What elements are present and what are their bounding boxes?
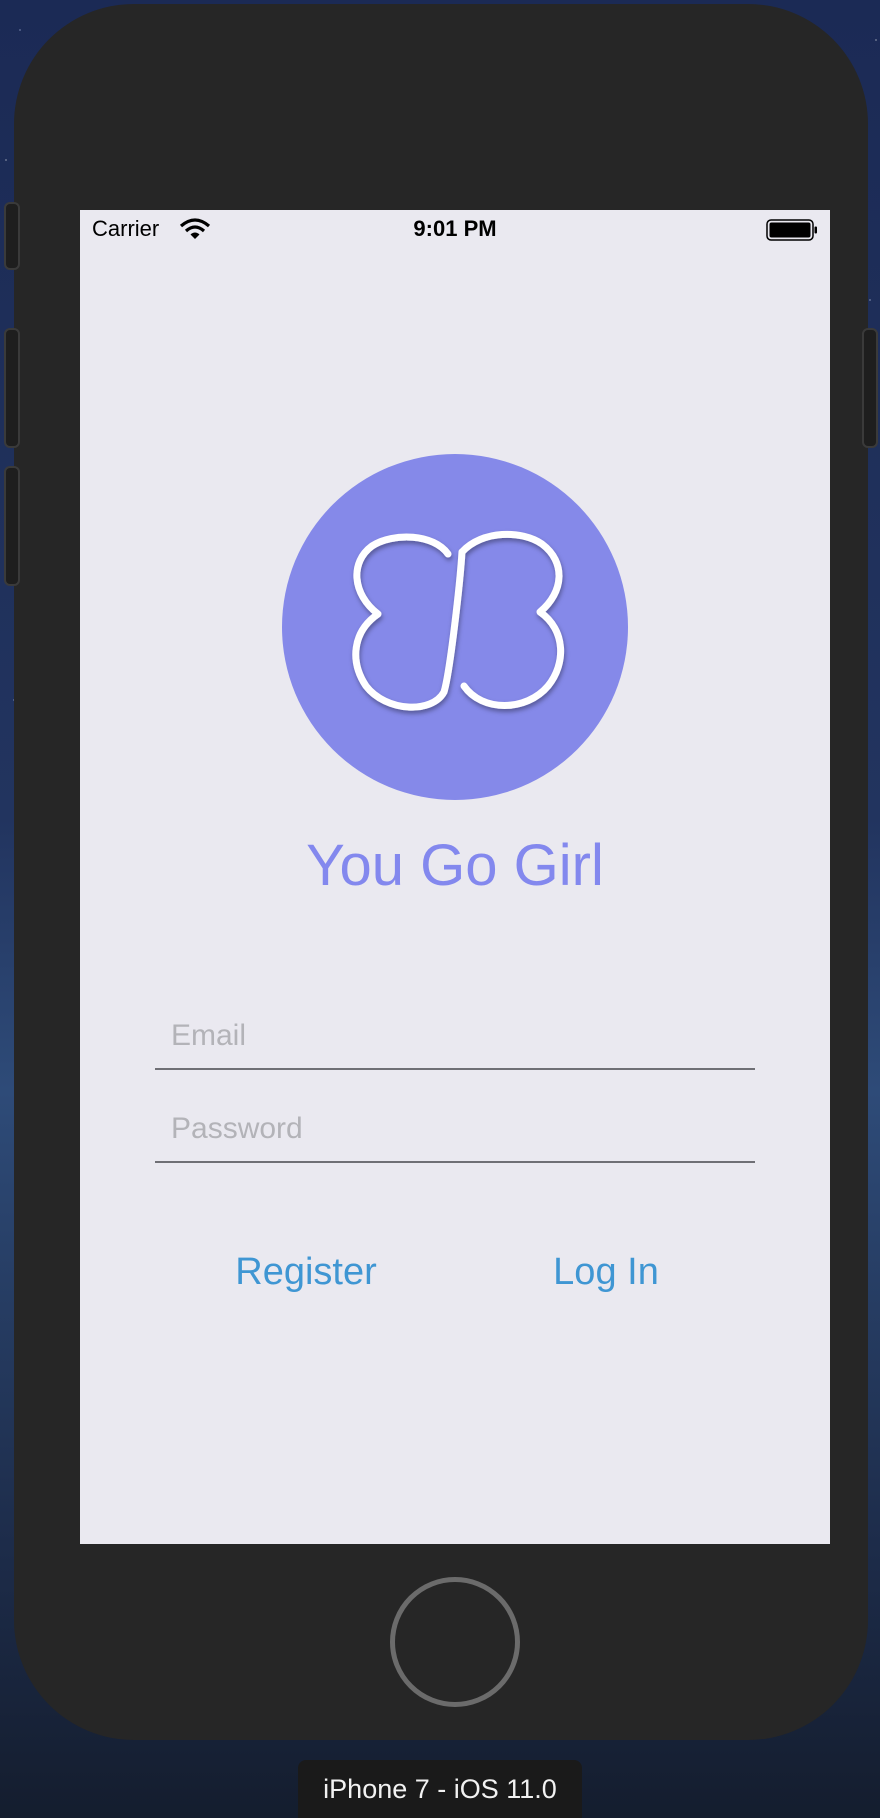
- password-field: [155, 1091, 755, 1163]
- volume-up-button[interactable]: [4, 328, 20, 448]
- login-button[interactable]: Log In: [536, 1244, 676, 1300]
- simulator-device-label: iPhone 7 - iOS 11.0: [298, 1760, 582, 1818]
- butterfly-logo-icon: [282, 454, 628, 800]
- app-title: You Go Girl: [306, 833, 604, 898]
- password-input[interactable]: [171, 1107, 741, 1151]
- power-button[interactable]: [862, 328, 878, 448]
- status-time: 9:01 PM: [413, 216, 497, 241]
- status-bar: Carrier 9:01 PM: [80, 210, 830, 250]
- volume-down-button[interactable]: [4, 466, 20, 586]
- phone-screen: Carrier 9:01 PM You Go Girl Email Regist…: [80, 210, 830, 1544]
- email-field: [155, 998, 755, 1070]
- register-button[interactable]: Register: [216, 1244, 396, 1300]
- home-button[interactable]: [390, 1577, 520, 1707]
- iphone-device-frame: Carrier 9:01 PM You Go Girl Email Regist…: [14, 4, 868, 1740]
- battery-full-icon: [766, 219, 817, 241]
- email-input[interactable]: [171, 1014, 741, 1058]
- mute-switch[interactable]: [4, 202, 20, 270]
